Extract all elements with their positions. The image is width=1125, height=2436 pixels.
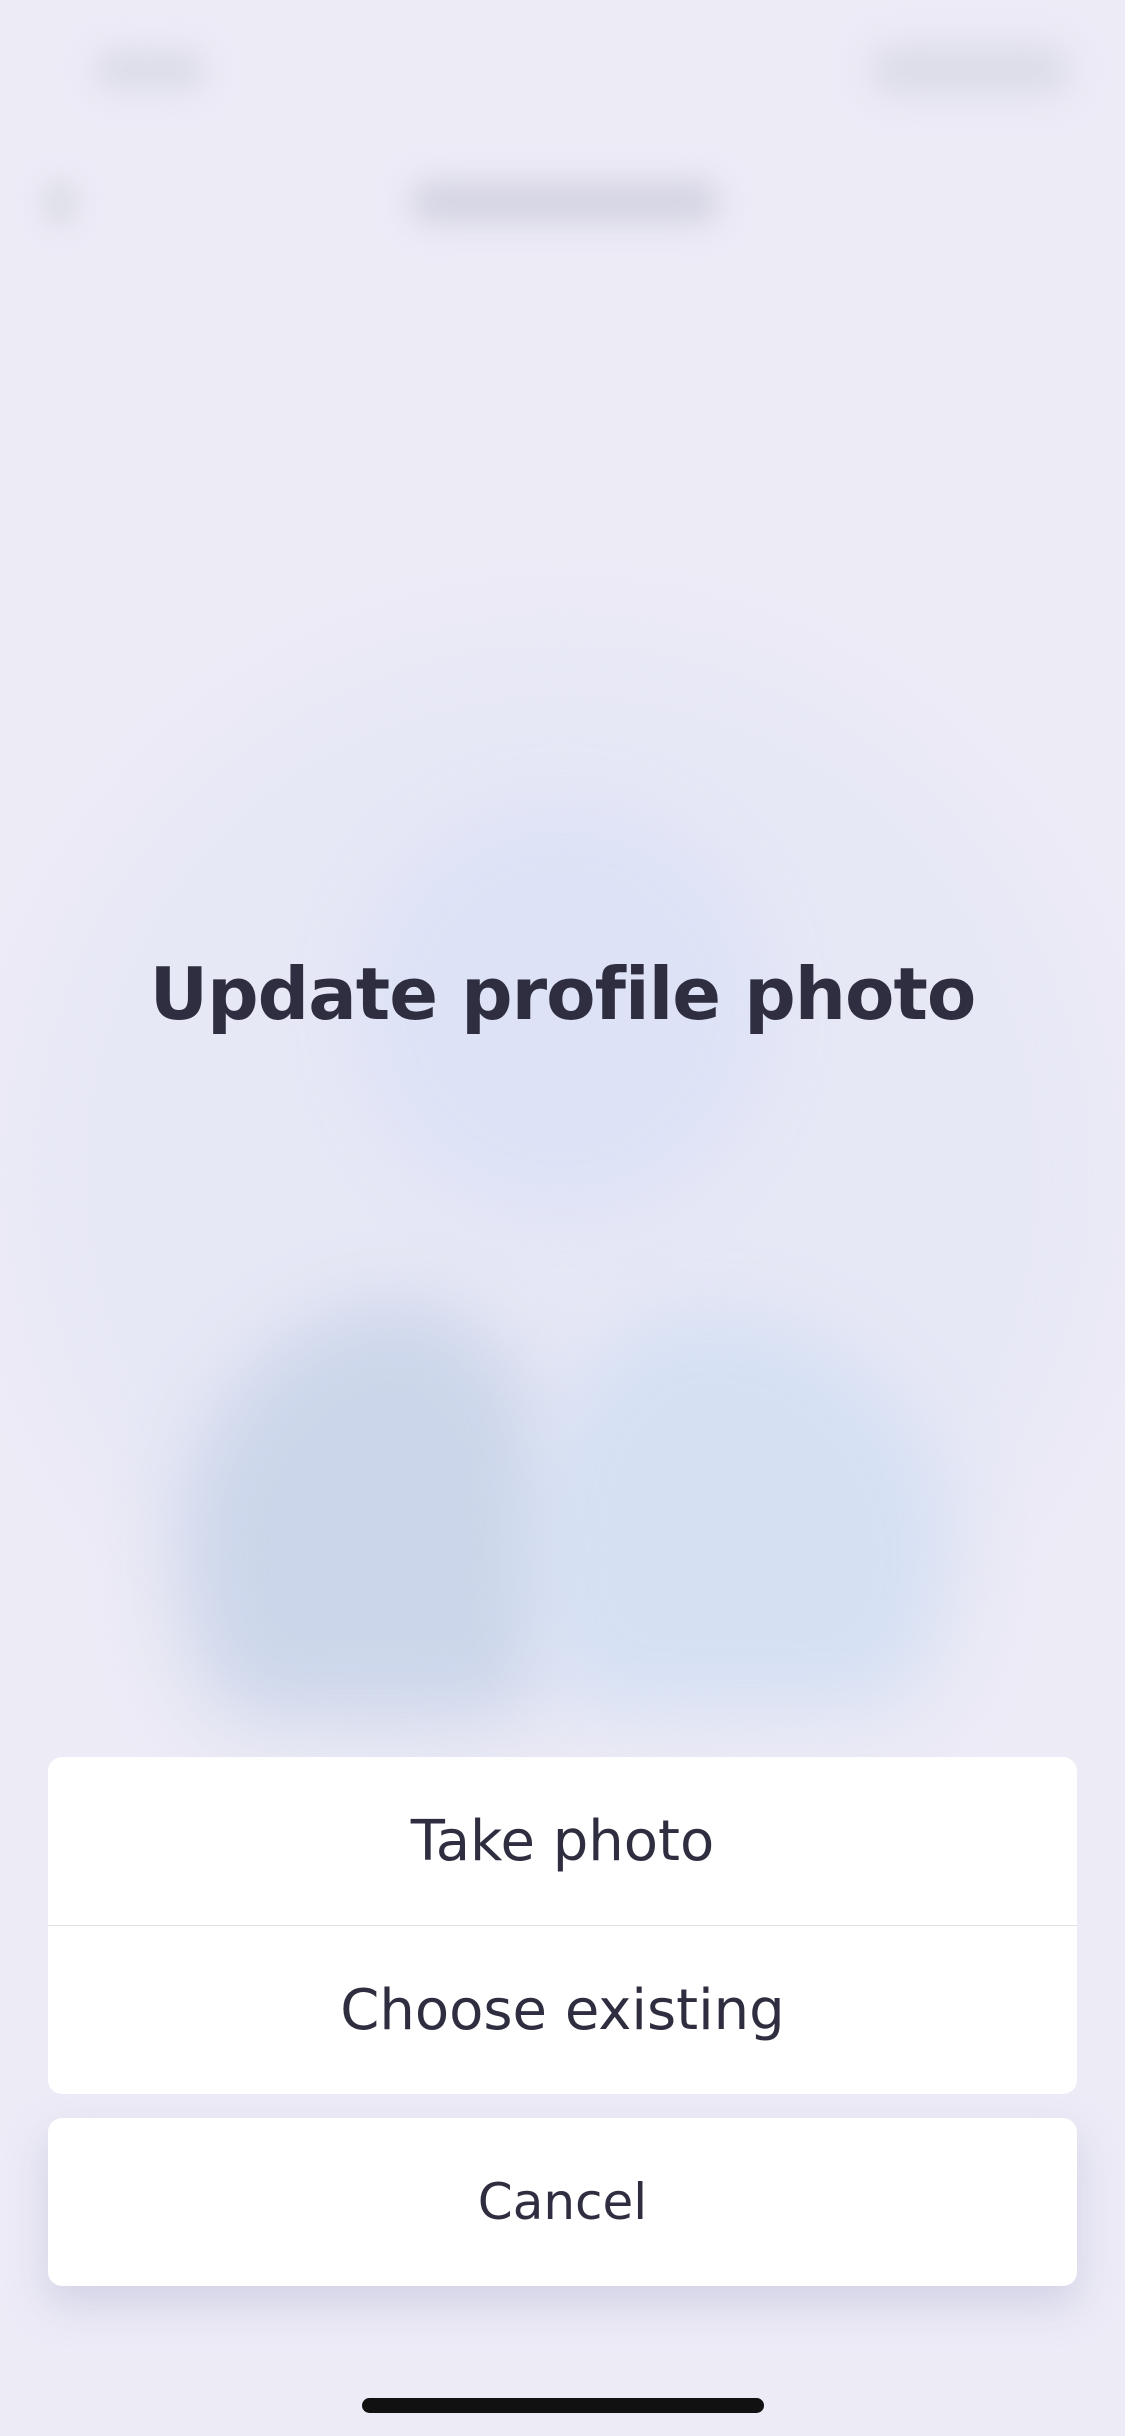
back-icon: [40, 178, 80, 228]
action-sheet-options: Take photo Choose existing: [48, 1757, 1077, 2094]
nav-title-blurred: [410, 180, 720, 224]
action-sheet-cancel-group: Cancel: [48, 2118, 1077, 2286]
cancel-button[interactable]: Cancel: [48, 2118, 1077, 2286]
take-photo-button[interactable]: Take photo: [48, 1757, 1077, 1925]
choose-existing-button[interactable]: Choose existing: [48, 1926, 1077, 2094]
status-bar-time-blurred: [95, 50, 205, 90]
status-bar-icons-blurred: [870, 45, 1070, 95]
home-indicator[interactable]: [362, 2398, 764, 2413]
action-sheet-title: Update profile photo: [149, 952, 977, 1036]
